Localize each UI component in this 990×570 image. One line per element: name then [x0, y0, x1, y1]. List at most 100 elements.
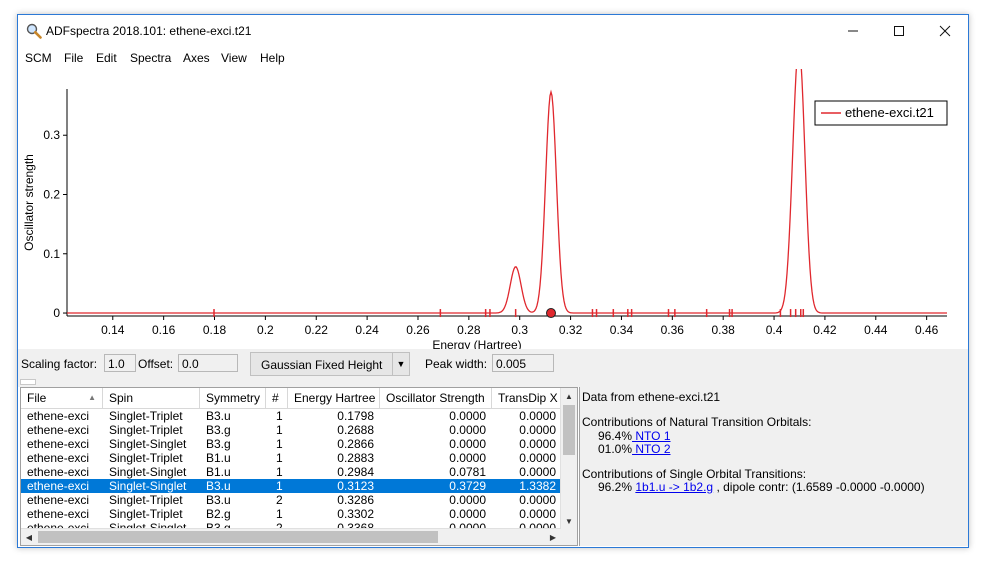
- table-row[interactable]: ethene-exci Singlet-Triplet B3.u 1 0.1798 0.0…: [21, 409, 561, 423]
- table-cell: 0.0000: [519, 437, 556, 451]
- table-cell: 0.0000: [519, 423, 556, 437]
- table-cell: Singlet-Singlet: [109, 465, 187, 479]
- table-row[interactable]: ethene-exci Singlet-Singlet B3.u 1 0.3123 0.3…: [21, 479, 561, 493]
- scroll-up-icon[interactable]: ▲: [561, 388, 577, 404]
- x-tick-label: 0.24: [355, 323, 379, 337]
- peak-width-input[interactable]: 0.005: [492, 354, 554, 372]
- nto-row-2: 01.0% NTO 2: [598, 442, 671, 456]
- table-row[interactable]: ethene-exci Singlet-Triplet B3.g 1 0.2688 0.0…: [21, 423, 561, 437]
- splitter-handle[interactable]: [20, 379, 36, 385]
- menu-edit[interactable]: Edit: [96, 51, 117, 65]
- scaling-factor-label: Scaling factor:: [21, 357, 98, 371]
- scroll-left-icon[interactable]: ◀: [21, 529, 37, 545]
- table-cell: B3.u: [206, 493, 231, 507]
- column-header-symmetry[interactable]: Symmetry: [200, 388, 266, 408]
- menu-help[interactable]: Help: [260, 51, 285, 65]
- broadening-select[interactable]: Gaussian Fixed Height ▼: [250, 352, 410, 376]
- table-header: File ▲ Spin Symmetry # Energy Hartree Osc…: [21, 388, 577, 409]
- table-cell: Singlet-Triplet: [109, 451, 183, 465]
- column-header-spin[interactable]: Spin: [103, 388, 200, 408]
- table-row[interactable]: ethene-exci Singlet-Triplet B2.g 1 0.3302 0.0…: [21, 507, 561, 521]
- table-cell: 0.2688: [337, 423, 374, 437]
- table-cell: 0.3286: [337, 493, 374, 507]
- x-tick-label: 0.22: [305, 323, 329, 337]
- column-header-oscillator[interactable]: Oscillator Strength: [380, 388, 492, 408]
- table-cell: 0.2883: [337, 451, 374, 465]
- table-cell: 0.0000: [449, 409, 486, 423]
- table-cell: 0.0000: [519, 451, 556, 465]
- horizontal-scroll-thumb[interactable]: [38, 531, 438, 543]
- column-header-file[interactable]: File ▲: [21, 388, 103, 408]
- magnifier-app-icon: [26, 23, 42, 39]
- splitter[interactable]: [18, 379, 968, 387]
- table-cell: 0.0000: [449, 493, 486, 507]
- y-axis-label: Oscillator strength: [22, 154, 36, 251]
- column-header-number[interactable]: #: [266, 388, 288, 408]
- chevron-down-icon[interactable]: ▼: [392, 353, 409, 375]
- x-tick-label: 0.32: [559, 323, 583, 337]
- table-row[interactable]: ethene-exci Singlet-Singlet B3.g 1 0.2866 0.0…: [21, 437, 561, 451]
- nto-2-link[interactable]: NTO 2: [632, 442, 670, 456]
- table-cell: 0.0000: [519, 465, 556, 479]
- table-row[interactable]: ethene-exci Singlet-Singlet B1.u 1 0.2984 0.0…: [21, 465, 561, 479]
- table-row[interactable]: ethene-exci Singlet-Triplet B1.u 1 0.2883 0.0…: [21, 451, 561, 465]
- column-header-energy[interactable]: Energy Hartree: [288, 388, 380, 408]
- table-cell: 0.2866: [337, 437, 374, 451]
- title-bar: ADFspectra 2018.101: ethene-exci.t21: [18, 15, 968, 47]
- table-cell: 0.2984: [337, 465, 374, 479]
- y-tick-label: 0.1: [43, 247, 60, 261]
- menu-file[interactable]: File: [64, 51, 83, 65]
- table-cell: ethene-exci: [27, 423, 90, 437]
- table-cell: 0.1798: [337, 409, 374, 423]
- x-tick-label: 0.34: [610, 323, 634, 337]
- menu-scm[interactable]: SCM: [25, 51, 52, 65]
- table-cell: B2.g: [206, 507, 231, 521]
- scroll-right-icon[interactable]: ▶: [545, 529, 561, 545]
- x-tick-label: 0.36: [661, 323, 685, 337]
- x-tick-label: 0.28: [457, 323, 481, 337]
- info-panel: Data from ethene-exci.t21 Contributions …: [579, 387, 968, 546]
- table-vertical-scrollbar[interactable]: ▲ ▼: [560, 388, 577, 529]
- close-button[interactable]: [922, 15, 968, 47]
- table-cell: 0.0000: [519, 507, 556, 521]
- table-cell: Singlet-Triplet: [109, 507, 183, 521]
- nto-1-link[interactable]: NTO 1: [632, 429, 670, 443]
- x-tick-label: 0.3: [511, 323, 528, 337]
- spectrum-chart[interactable]: 0.14 0.16 0.18 0.2 0.22 0.24 0.26 0.28 0.3 0.32 0.…: [18, 44, 968, 352]
- y-tick-label: 0: [53, 306, 60, 320]
- menu-axes[interactable]: Axes: [183, 51, 210, 65]
- spectrum-plot[interactable]: 0.14 0.16 0.18 0.2 0.22 0.24 0.26 0.28 0.3 0.32 0.…: [18, 44, 968, 352]
- table-cell: 0.0000: [449, 423, 486, 437]
- maximize-button[interactable]: [876, 15, 922, 47]
- table-cell: 0.0000: [519, 409, 556, 423]
- minimize-icon: [848, 30, 858, 32]
- transitions-table[interactable]: File ▲ Spin Symmetry # Energy Hartree Osc…: [20, 387, 578, 546]
- scaling-factor-input[interactable]: 1.0: [104, 354, 136, 372]
- table-cell: ethene-exci: [27, 465, 90, 479]
- sot-link[interactable]: 1b1.u -> 1b2.g: [635, 480, 713, 494]
- x-tick-label: 0.14: [101, 323, 125, 337]
- table-cell: Singlet-Singlet: [109, 479, 187, 493]
- column-header-transdip-x[interactable]: TransDip X: [492, 388, 561, 408]
- selected-transition-marker: [546, 308, 556, 319]
- nto-row-1: 96.4% NTO 1: [598, 429, 671, 443]
- table-cell: B3.g: [206, 437, 231, 451]
- table-cell: ethene-exci: [27, 451, 90, 465]
- offset-input[interactable]: 0.0: [178, 354, 238, 372]
- table-cell: ethene-exci: [27, 493, 90, 507]
- menu-view[interactable]: View: [221, 51, 247, 65]
- x-axis-label: Energy (Hartree): [432, 338, 521, 349]
- table-row[interactable]: ethene-exci Singlet-Triplet B3.u 2 0.3286 0.0…: [21, 493, 561, 507]
- app-window: ADFspectra 2018.101: ethene-exci.t21 SCM…: [17, 14, 969, 548]
- table-cell: 0.0000: [449, 507, 486, 521]
- table-cell: ethene-exci: [27, 479, 90, 493]
- table-cell: B1.u: [206, 451, 231, 465]
- scroll-down-icon[interactable]: ▼: [561, 513, 577, 529]
- menu-spectra[interactable]: Spectra: [130, 51, 171, 65]
- controls-bar: Scaling factor: 1.0 Offset: 0.0 Gaussian…: [18, 349, 968, 379]
- table-horizontal-scrollbar[interactable]: ◀ ▶: [21, 528, 561, 545]
- minimize-button[interactable]: [830, 15, 876, 47]
- vertical-scroll-thumb[interactable]: [563, 405, 575, 455]
- x-tick-label: 0.18: [203, 323, 227, 337]
- chart-legend: ethene-exci.t21: [814, 100, 948, 126]
